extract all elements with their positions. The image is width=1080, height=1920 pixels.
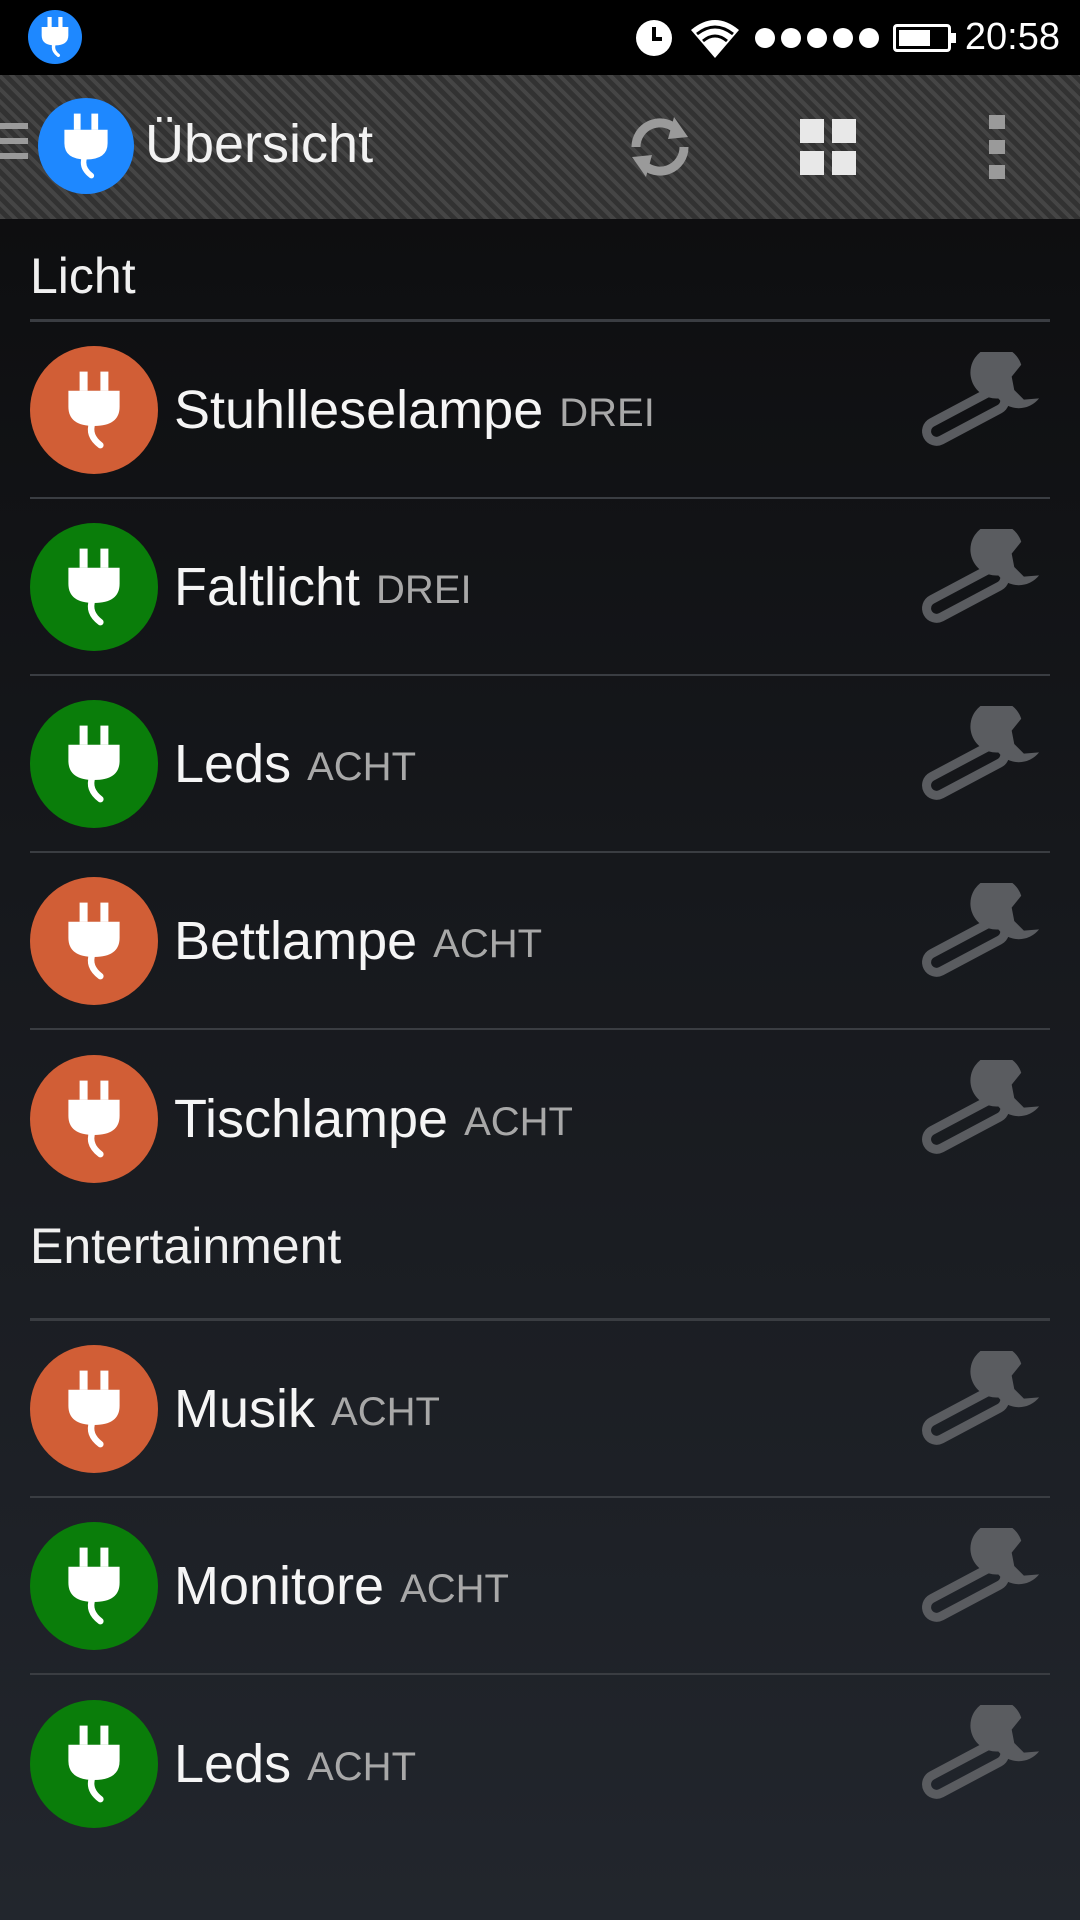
wrench-settings-icon[interactable] bbox=[914, 1699, 1042, 1815]
grid-view-icon bbox=[800, 119, 856, 175]
device-room: ACHT bbox=[464, 1100, 573, 1144]
power-toggle-plug-icon[interactable] bbox=[30, 1521, 158, 1650]
status-bar: 20:58 bbox=[0, 0, 1080, 75]
device-name: Musik bbox=[174, 1378, 316, 1439]
device-name: Leds bbox=[174, 1733, 292, 1794]
device-row[interactable]: Leds ACHT bbox=[30, 676, 1050, 853]
device-name: Monitore bbox=[174, 1555, 385, 1616]
refresh-icon bbox=[631, 117, 689, 177]
device-row[interactable]: Tischlampe ACHT bbox=[30, 1030, 1050, 1207]
battery-icon bbox=[892, 23, 956, 52]
grid-view-button[interactable] bbox=[786, 105, 870, 189]
refresh-button[interactable] bbox=[618, 105, 702, 189]
device-row[interactable]: Bettlampe ACHT bbox=[30, 853, 1050, 1030]
status-time: 20:58 bbox=[964, 16, 1060, 58]
power-toggle-plug-icon[interactable] bbox=[30, 699, 158, 828]
wrench-settings-icon[interactable] bbox=[914, 346, 1042, 462]
device-room: DREI bbox=[376, 568, 472, 612]
device-row[interactable]: Faltlicht DREI bbox=[30, 499, 1050, 676]
page-title: Übersicht bbox=[145, 114, 374, 174]
power-toggle-plug-icon[interactable] bbox=[30, 1699, 158, 1828]
device-room: ACHT bbox=[307, 1745, 416, 1789]
hamburger-icon[interactable] bbox=[0, 123, 28, 168]
wrench-settings-icon[interactable] bbox=[914, 700, 1042, 816]
signal-dots-icon bbox=[754, 27, 879, 48]
power-toggle-plug-icon[interactable] bbox=[30, 876, 158, 1005]
power-toggle-plug-icon[interactable] bbox=[30, 522, 158, 651]
device-room: ACHT bbox=[331, 1390, 440, 1434]
device-name: Bettlampe bbox=[174, 910, 418, 971]
device-name: Tischlampe bbox=[174, 1088, 449, 1149]
device-name: Leds bbox=[174, 733, 292, 794]
device-list: Licht Stuhlleselampe DREI Faltlicht DREI… bbox=[30, 219, 1050, 1852]
device-room: ACHT bbox=[400, 1567, 509, 1611]
device-room: ACHT bbox=[307, 745, 416, 789]
app-logo-plug-icon[interactable] bbox=[38, 98, 134, 194]
wrench-settings-icon[interactable] bbox=[914, 523, 1042, 639]
device-room: ACHT bbox=[433, 922, 543, 966]
wrench-settings-icon[interactable] bbox=[914, 1345, 1042, 1461]
device-row[interactable]: Musik ACHT bbox=[30, 1321, 1050, 1498]
device-row[interactable]: Stuhlleselampe DREI bbox=[30, 322, 1050, 499]
notification-plug-icon bbox=[28, 10, 82, 64]
device-name: Stuhlleselampe bbox=[174, 379, 544, 440]
power-toggle-plug-icon[interactable] bbox=[30, 1344, 158, 1473]
device-row[interactable]: Leds ACHT bbox=[30, 1675, 1050, 1852]
section-header-licht: Licht bbox=[30, 219, 1050, 322]
alarm-clock-icon bbox=[635, 19, 672, 56]
overflow-menu-icon bbox=[989, 115, 1005, 179]
power-toggle-plug-icon[interactable] bbox=[30, 1054, 158, 1183]
wifi-icon bbox=[690, 19, 739, 58]
device-row[interactable]: Monitore ACHT bbox=[30, 1498, 1050, 1675]
overflow-menu-button[interactable] bbox=[955, 105, 1039, 189]
wrench-settings-icon[interactable] bbox=[914, 1054, 1042, 1170]
device-name: Faltlicht bbox=[174, 556, 361, 617]
section-header-entertainment: Entertainment bbox=[30, 1207, 1050, 1321]
wrench-settings-icon[interactable] bbox=[914, 877, 1042, 993]
wrench-settings-icon[interactable] bbox=[914, 1522, 1042, 1638]
power-toggle-plug-icon[interactable] bbox=[30, 345, 158, 474]
action-bar: Übersicht bbox=[0, 75, 1080, 219]
device-room: DREI bbox=[559, 391, 655, 435]
